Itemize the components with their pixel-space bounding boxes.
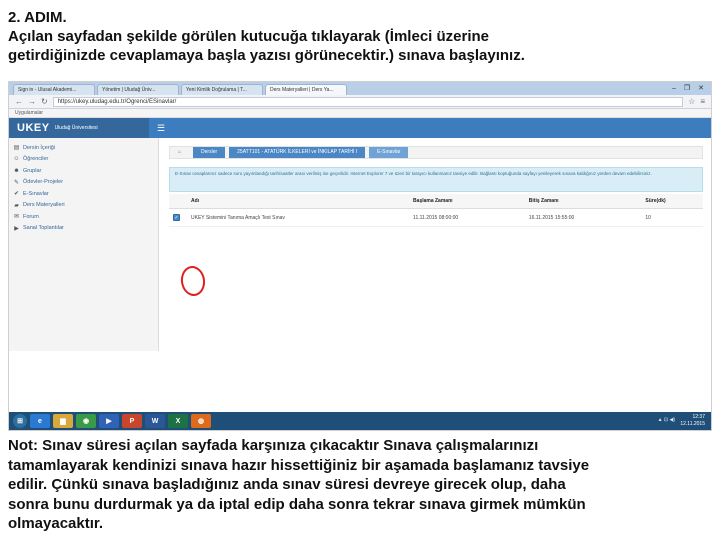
sidebar-item-students[interactable]: ☺ Öğrenciler	[9, 154, 158, 166]
sidebar-item-label: E-Sınavlar	[23, 190, 49, 197]
note-line-2: tamamlayarak kendinizi sınava hazır hiss…	[8, 456, 590, 474]
address-bar-row: ← → ↻ https://ukey.uludag.edu.tr/Ogrenci…	[9, 95, 711, 109]
column-header: Süre(dk)	[641, 194, 703, 209]
windows-taskbar: ⊞ e ▆ ◉ ▶ P W X ◍ ▲ ⊡ ◀) 12:37 12.11.2015	[9, 412, 711, 430]
clock-time: 12:37	[692, 414, 705, 420]
breadcrumb-course[interactable]: 25ATT101 - ATATÜRK İLKELERİ ve İNKILAP T…	[229, 147, 366, 158]
taskbar-media-icon[interactable]: ▶	[99, 414, 119, 428]
start-button[interactable]: ⊞	[13, 414, 27, 428]
column-header	[169, 194, 187, 209]
forward-icon[interactable]: →	[28, 97, 36, 106]
start-exam-cell: ✓	[169, 208, 187, 227]
taskbar-firefox-icon[interactable]: ◍	[191, 414, 211, 428]
back-icon[interactable]: ←	[15, 97, 23, 106]
home-icon[interactable]: ⌂	[170, 147, 189, 158]
sidebar-item-label: Forum	[23, 213, 39, 220]
sidebar-item-groups[interactable]: ☻ Gruplar	[9, 165, 158, 177]
logo-text: UKEY	[17, 122, 50, 134]
note-line-5: olmayacaktır.	[8, 515, 104, 532]
forum-icon: ✉	[13, 214, 20, 221]
browser-tab[interactable]: Yönetim | Uludağ Üniv...	[97, 84, 179, 95]
start-exam-checkbox-icon[interactable]: ✓	[173, 214, 180, 221]
url-input[interactable]: https://ukey.uludag.edu.tr/Ogrenci/ESina…	[52, 96, 684, 107]
app-body: ▤ Dersin İçeriği ☺ Öğrenciler ☻ Gruplar ✎ Öd…	[9, 138, 711, 351]
exam-name: UKEY Sistemini Tanıma Amaçlı Test Sınav	[187, 208, 410, 227]
sidebar: ▤ Dersin İçeriği ☺ Öğrenciler ☻ Gruplar ✎ Öd…	[9, 138, 159, 351]
app-header: UKEY Uludağ Üniversitesi ☰	[9, 118, 711, 138]
ukey-logo[interactable]: UKEY Uludağ Üniversitesi	[9, 118, 149, 138]
taskbar-explorer-icon[interactable]: ▆	[53, 414, 73, 428]
sidebar-item-label: Öğrenciler	[23, 156, 49, 163]
taskbar-ie-icon[interactable]: e	[30, 414, 50, 428]
sidebar-item-assignments[interactable]: ✎ Ödevler-Projeler	[9, 177, 158, 189]
column-header: Başlama Zamanı	[409, 194, 525, 209]
taskbar-excel-icon[interactable]: X	[168, 414, 188, 428]
menu-icon[interactable]: ≡	[700, 97, 705, 106]
sidebar-item-label: Sanal Toplantılar	[23, 225, 64, 232]
sidebar-item-label: Ders Materyalleri	[23, 202, 65, 209]
instruction-heading: 2. ADIM. Açılan sayfadan şekilde görülen…	[8, 8, 712, 65]
sidebar-item-materials[interactable]: ▰ Ders Materyalleri	[9, 200, 158, 212]
star-icon[interactable]: ☆	[688, 97, 695, 106]
taskbar-apps: e ▆ ◉ ▶ P W X ◍	[30, 414, 211, 428]
column-header: Bitiş Zamanı	[524, 194, 642, 209]
hamburger-icon[interactable]: ☰	[157, 123, 165, 134]
note-paragraph: Not: Sınav süresi açılan sayfada karşını…	[8, 436, 712, 534]
breadcrumb-courses[interactable]: Dersler	[193, 147, 226, 158]
instruction-line-1: Açılan sayfadan şekilde görülen kutucuğa…	[8, 28, 490, 45]
browser-tab-active[interactable]: Ders Materyalleri | Ders Ya...	[265, 84, 347, 95]
exam-start: 11.11.2015 08:00:00	[409, 208, 525, 227]
sidebar-item-forum[interactable]: ✉ Forum	[9, 211, 158, 223]
note-line-3: edilir. Çünkü sınava başladığınız anda s…	[8, 476, 566, 493]
exam-duration: 10	[641, 208, 703, 227]
taskbar-clock[interactable]: 12:37 12.11.2015	[680, 414, 705, 428]
bookmarks-bar[interactable]: Uygulamalar	[9, 109, 711, 118]
note-line-4: sonra bunu durdurmak ya da iptal edip da…	[8, 495, 586, 513]
sidebar-item-label: Ödevler-Projeler	[23, 179, 64, 186]
browser-screenshot: Sign in - Ulusal Akademi... Yönetim | Ul…	[8, 81, 712, 431]
sidebar-item-virtual-meetings[interactable]: ▶ Sanal Toplantılar	[9, 223, 158, 235]
book-icon: ▤	[13, 145, 20, 152]
sidebar-item-course-content[interactable]: ▤ Dersin İçeriği	[9, 142, 158, 154]
table-row: ✓ UKEY Sistemini Tanıma Amaçlı Test Sına…	[169, 208, 703, 227]
taskbar-powerpoint-icon[interactable]: P	[122, 414, 142, 428]
breadcrumb-exams: E-Sınavlar	[369, 147, 409, 158]
step-title: 2. ADIM.	[8, 9, 67, 26]
sidebar-item-label: Dersin İçeriği	[23, 144, 56, 151]
edit-icon: ✎	[13, 179, 20, 186]
exam-table: Adı Başlama Zamanı Bitiş Zamanı Süre(dk)…	[169, 194, 703, 227]
taskbar-chrome-icon[interactable]: ◉	[76, 414, 96, 428]
folder-icon: ▰	[14, 202, 19, 209]
main-content: ⌂ Dersler 25ATT101 - ATATÜRK İLKELERİ ve…	[159, 138, 711, 351]
system-tray[interactable]: ▲ ⊡ ◀)	[658, 417, 675, 423]
exam-icon: ✔	[13, 191, 20, 198]
browser-tab[interactable]: Yeni Kimlik Doğrulama | T...	[181, 84, 263, 95]
browser-tab-bar: Sign in - Ulusal Akademi... Yönetim | Ul…	[9, 82, 711, 95]
video-icon: ▶	[14, 225, 19, 232]
sidebar-item-label: Gruplar	[23, 167, 42, 174]
column-header: Adı	[187, 194, 410, 209]
window-controls[interactable]: – ❐ ✕	[672, 84, 707, 92]
breadcrumb: ⌂ Dersler 25ATT101 - ATATÜRK İLKELERİ ve…	[169, 146, 703, 159]
group-icon: ☻	[13, 167, 20, 174]
info-alert: E-Sınav cevaplarınız sadece soru yayımla…	[169, 167, 703, 192]
exam-end: 16.11.2015 15:55:00	[524, 208, 642, 227]
note-line-1: Not: Sınav süresi açılan sayfada karşını…	[8, 437, 539, 454]
reload-icon[interactable]: ↻	[41, 97, 48, 106]
taskbar-word-icon[interactable]: W	[145, 414, 165, 428]
logo-subtitle: Uludağ Üniversitesi	[54, 125, 98, 131]
table-header-row: Adı Başlama Zamanı Bitiş Zamanı Süre(dk)	[169, 194, 703, 209]
users-icon: ☺	[13, 156, 20, 163]
browser-tab[interactable]: Sign in - Ulusal Akademi...	[13, 84, 95, 95]
clock-date: 12.11.2015	[680, 421, 705, 427]
sidebar-item-exams[interactable]: ✔ E-Sınavlar	[9, 188, 158, 200]
instruction-line-2: getirdiğinizde cevaplamaya başla yazısı …	[8, 47, 525, 64]
